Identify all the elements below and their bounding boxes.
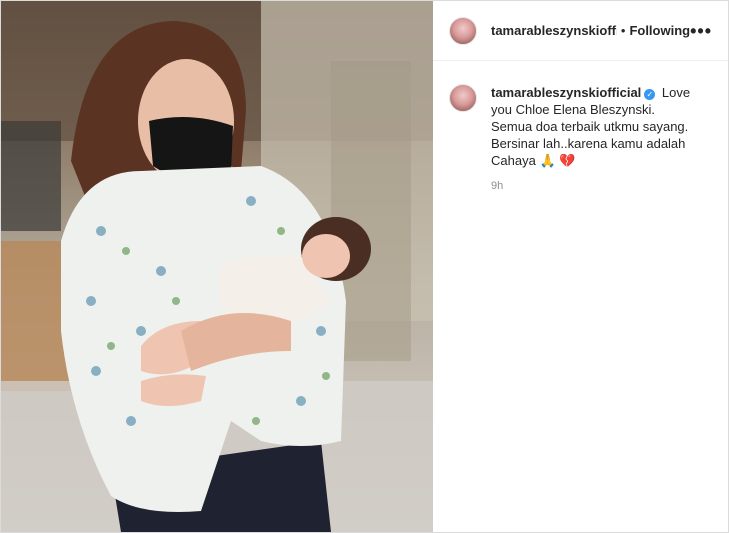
caption-text-block: tamarableszynskiofficial ✓ Love you Chloe… [491,84,697,169]
post-sidebar: tamarableszynskiofficial • Following •••… [433,1,728,532]
header-username-link[interactable]: tamarableszynskiofficial [491,23,617,38]
broken-heart-emoji-icon: 💔 [559,153,576,168]
following-button[interactable]: Following [629,23,690,38]
instagram-post: tamarableszynskiofficial • Following •••… [0,0,729,533]
separator-dot: • [620,23,626,38]
caption-comment: tamarableszynskiofficial ✓ Love you Chloe… [433,61,728,192]
post-photo[interactable] [1,1,433,532]
caption-avatar[interactable] [449,84,477,112]
photo-illustration [1,1,433,532]
post-header: tamarableszynskiofficial • Following ••• [433,1,728,61]
caption-username-link[interactable]: tamarableszynskiofficial [491,85,641,100]
more-options-icon[interactable]: ••• [690,22,712,40]
pray-emoji-icon: 🙏 [539,153,556,168]
caption-body: tamarableszynskiofficial ✓ Love you Chloe… [491,84,697,192]
verified-badge-icon: ✓ [644,89,656,100]
post-timestamp[interactable]: 9h [491,180,697,192]
profile-avatar[interactable] [449,16,477,45]
